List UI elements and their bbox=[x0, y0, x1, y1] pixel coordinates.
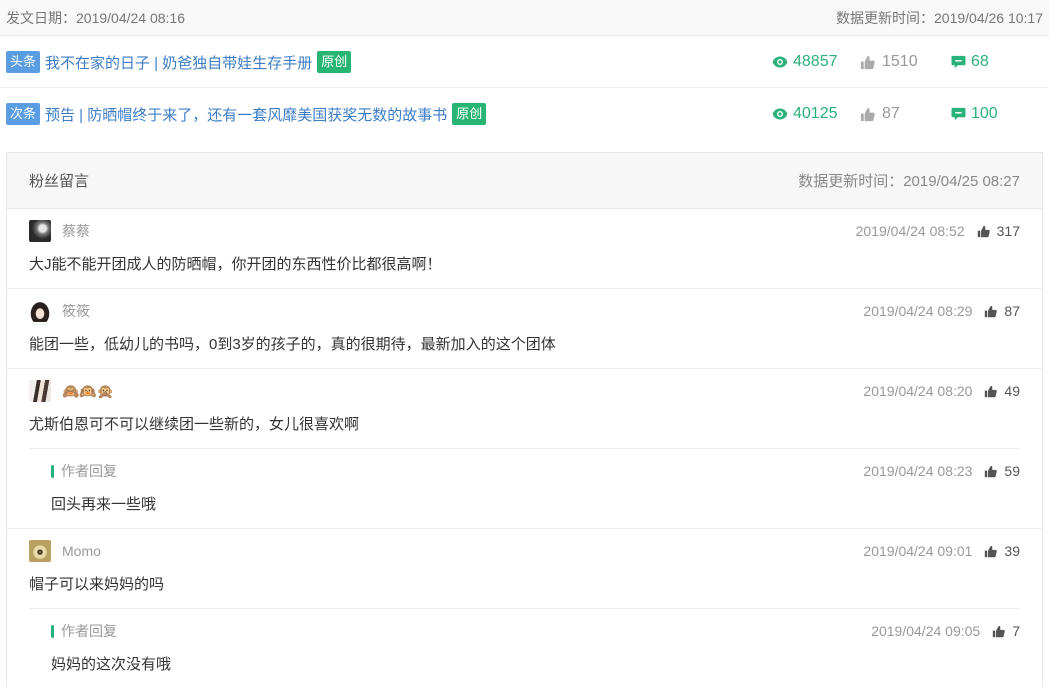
reply-time: 2019/04/24 09:05 bbox=[871, 623, 981, 639]
reply-text: 回头再来一些哦 bbox=[51, 496, 157, 513]
comment-header: 筱筱 2019/04/24 08:29 87 bbox=[29, 300, 1020, 322]
comment-time: 2019/04/24 08:29 bbox=[863, 303, 973, 319]
reply-meta: 2019/04/24 08:23 59 bbox=[863, 463, 1020, 479]
reply-header: 作者回复 2019/04/24 08:23 59 bbox=[51, 460, 1020, 482]
comment-time: 2019/04/24 08:20 bbox=[863, 383, 973, 399]
comment-body: Momo 2019/04/24 09:01 39 帽子可以来妈妈的吗 bbox=[29, 529, 1020, 608]
commenter-name: 🙈🙉🙊 bbox=[62, 382, 115, 399]
avatar bbox=[29, 220, 51, 242]
views-count: 40125 bbox=[793, 105, 838, 122]
comment-icon bbox=[951, 107, 966, 121]
article-title-group: 预告 | 防晒帽终于来了，还有一套风靡美国获奖无数的故事书 原创 bbox=[45, 102, 487, 126]
comments-stat: 100 bbox=[951, 102, 998, 126]
article-row: 头条 我不在家的日子 | 奶爸独自带娃生存手册 原创 48857 1510 68 bbox=[0, 36, 1049, 88]
publish-date: 发文日期：2019/04/24 08:16 bbox=[6, 9, 185, 26]
likes-stat: 87 bbox=[860, 102, 900, 126]
author-reply: 作者回复 2019/04/24 09:05 7 妈妈的这次没有哦 bbox=[29, 608, 1020, 687]
comment-time: 2019/04/24 08:52 bbox=[855, 223, 965, 239]
commenter-name: 蔡蔡 bbox=[62, 223, 90, 239]
reply-label: 作者回复 bbox=[61, 463, 117, 479]
views-count: 48857 bbox=[793, 53, 838, 70]
comment-item: 🙈🙉🙊 2019/04/24 08:20 49 尤斯伯恩可不可以继续团一些新的，… bbox=[7, 369, 1042, 529]
article-title-link[interactable]: 预告 | 防晒帽终于来了，还有一套风靡美国获奖无数的故事书 bbox=[45, 104, 447, 125]
commenter-name: 筱筱 bbox=[62, 303, 90, 319]
position-badge: 次条 bbox=[6, 103, 41, 125]
reply-text: 妈妈的这次没有哦 bbox=[51, 656, 172, 673]
original-badge: 原创 bbox=[317, 51, 352, 73]
likes-count: 87 bbox=[882, 105, 900, 122]
thumbs-up-icon bbox=[985, 545, 998, 557]
thumbs-up-icon bbox=[860, 107, 875, 121]
comment-body: 筱筱 2019/04/24 08:29 87 能团一些，低幼儿的书吗，0到3岁的… bbox=[29, 289, 1020, 368]
eye-icon bbox=[772, 56, 788, 68]
commenter-name: Momo bbox=[62, 543, 101, 559]
comment-meta: 2019/04/24 08:52 317 bbox=[856, 223, 1020, 239]
comments-count: 68 bbox=[971, 53, 989, 70]
article-meta-bar: 发文日期：2019/04/24 08:16 数据更新时间：2019/04/26 … bbox=[0, 0, 1049, 36]
reply-marker bbox=[51, 624, 54, 638]
reply-time: 2019/04/24 08:23 bbox=[863, 463, 973, 479]
panel-update-time: 数据更新时间：2019/04/25 08:27 bbox=[798, 173, 1020, 190]
comment-meta: 2019/04/24 08:20 49 bbox=[863, 383, 1020, 399]
position-badge: 头条 bbox=[6, 51, 41, 73]
avatar bbox=[29, 540, 51, 562]
views-stat: 40125 bbox=[772, 102, 838, 126]
likes-stat: 1510 bbox=[860, 50, 918, 74]
avatar bbox=[29, 300, 51, 322]
comment-item: 蔡蔡 2019/04/24 08:52 317 大J能不能开团成人的防晒帽，你开… bbox=[7, 209, 1042, 289]
reply-marker bbox=[51, 464, 54, 478]
comments-count: 100 bbox=[971, 105, 998, 122]
comment-header: Momo 2019/04/24 09:01 39 bbox=[29, 540, 1020, 562]
comment-likes: 87 bbox=[1004, 303, 1020, 319]
thumbs-up-icon bbox=[985, 465, 998, 477]
comment-likes: 39 bbox=[1004, 543, 1020, 559]
comment-body: 蔡蔡 2019/04/24 08:52 317 大J能不能开团成人的防晒帽，你开… bbox=[29, 209, 1020, 288]
panel-title: 粉丝留言 bbox=[29, 173, 90, 190]
comment-header: 🙈🙉🙊 2019/04/24 08:20 49 bbox=[29, 380, 1020, 402]
comment-time: 2019/04/24 09:01 bbox=[863, 543, 973, 559]
comment-likes: 317 bbox=[996, 223, 1020, 239]
article-title-link[interactable]: 我不在家的日子 | 奶爸独自带娃生存手册 bbox=[45, 52, 312, 73]
comment-meta: 2019/04/24 09:01 39 bbox=[863, 543, 1020, 559]
eye-icon bbox=[772, 108, 788, 120]
fan-comments-panel: 粉丝留言 数据更新时间：2019/04/25 08:27 蔡蔡 2019/04/… bbox=[6, 152, 1043, 687]
reply-likes: 7 bbox=[1012, 623, 1020, 639]
thumbs-up-icon bbox=[860, 55, 875, 69]
comments-stat: 68 bbox=[951, 50, 989, 74]
comment-text: 能团一些，低幼儿的书吗，0到3岁的孩子的，真的很期待，最新加入的这个团体 bbox=[29, 336, 556, 353]
comment-header: 蔡蔡 2019/04/24 08:52 317 bbox=[29, 220, 1020, 242]
comment-meta: 2019/04/24 08:29 87 bbox=[863, 303, 1020, 319]
comment-body: 🙈🙉🙊 2019/04/24 08:20 49 尤斯伯恩可不可以继续团一些新的，… bbox=[29, 369, 1020, 448]
thumbs-up-icon bbox=[985, 305, 998, 317]
comment-icon bbox=[951, 55, 966, 69]
reply-meta: 2019/04/24 09:05 7 bbox=[871, 623, 1020, 639]
avatar bbox=[29, 380, 51, 402]
original-badge: 原创 bbox=[452, 103, 487, 125]
thumbs-up-icon bbox=[993, 625, 1005, 637]
data-update-time: 数据更新时间：2019/04/26 10:17 bbox=[836, 9, 1043, 26]
article-row: 次条 预告 | 防晒帽终于来了，还有一套风靡美国获奖无数的故事书 原创 4012… bbox=[0, 88, 1049, 140]
views-stat: 48857 bbox=[772, 50, 838, 74]
article-title-group: 我不在家的日子 | 奶爸独自带娃生存手册 原创 bbox=[45, 50, 352, 74]
comment-likes: 49 bbox=[1004, 383, 1020, 399]
comment-text: 帽子可以来妈妈的吗 bbox=[29, 576, 165, 593]
author-reply: 作者回复 2019/04/24 08:23 59 回头再来一些哦 bbox=[29, 448, 1020, 528]
likes-count: 1510 bbox=[882, 53, 918, 70]
reply-header: 作者回复 2019/04/24 09:05 7 bbox=[51, 620, 1020, 642]
thumbs-up-icon bbox=[977, 225, 990, 237]
reply-label: 作者回复 bbox=[61, 623, 117, 639]
comment-text: 大J能不能开团成人的防晒帽，你开团的东西性价比都很高啊！ bbox=[29, 256, 442, 273]
comment-item: 筱筱 2019/04/24 08:29 87 能团一些，低幼儿的书吗，0到3岁的… bbox=[7, 289, 1042, 369]
panel-header: 粉丝留言 数据更新时间：2019/04/25 08:27 bbox=[7, 153, 1042, 209]
comment-item: Momo 2019/04/24 09:01 39 帽子可以来妈妈的吗 作者回复 … bbox=[7, 529, 1042, 687]
reply-likes: 59 bbox=[1004, 463, 1020, 479]
comment-text: 尤斯伯恩可不可以继续团一些新的，女儿很喜欢啊 bbox=[29, 416, 360, 433]
thumbs-up-icon bbox=[985, 385, 998, 397]
